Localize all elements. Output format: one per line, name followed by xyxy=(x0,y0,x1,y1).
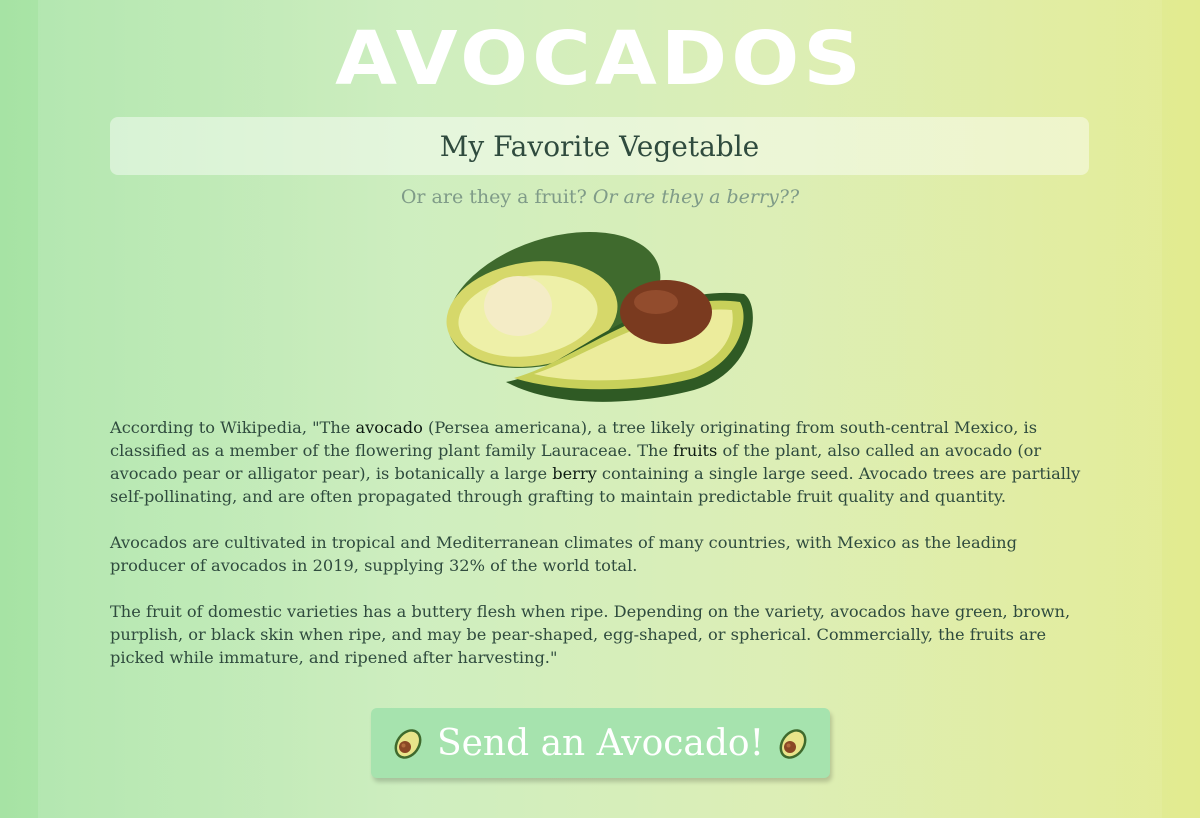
article-paragraph: The fruit of domestic varieties has a bu… xyxy=(110,602,1071,667)
avocado-pit-hollow xyxy=(484,276,552,336)
site-title: AVOCADOS xyxy=(335,15,865,102)
article-paragraph: According to Wikipedia, "The avocado (Pe… xyxy=(110,416,1090,508)
avocado-emoji-icon xyxy=(389,724,427,762)
send-avocado-button[interactable]: Send an Avocado! xyxy=(371,708,830,778)
fruits-link[interactable]: fruits xyxy=(673,441,717,460)
avocado-emoji-icon xyxy=(774,724,812,762)
article-text: According to Wikipedia, "The xyxy=(110,418,356,437)
tagline-italic: Or are they a berry?? xyxy=(592,186,800,208)
avocado-seed-highlight xyxy=(634,290,678,314)
send-avocado-label: Send an Avocado! xyxy=(436,722,765,764)
tagline: Or are they a fruit? Or are they a berry… xyxy=(0,186,1200,208)
berry-link[interactable]: berry xyxy=(552,464,597,483)
avocado-halves-image xyxy=(444,222,756,406)
tagline-plain: Or are they a fruit? xyxy=(400,186,587,208)
avocado-illustration xyxy=(446,231,753,402)
article-body: According to Wikipedia, "The avocado (Pe… xyxy=(110,416,1090,692)
article-paragraph: Avocados are cultivated in tropical and … xyxy=(110,533,1017,575)
subtitle: My Favorite Vegetable xyxy=(439,129,760,163)
avocado-link[interactable]: avocado xyxy=(356,418,423,437)
subtitle-banner: My Favorite Vegetable xyxy=(110,117,1089,175)
